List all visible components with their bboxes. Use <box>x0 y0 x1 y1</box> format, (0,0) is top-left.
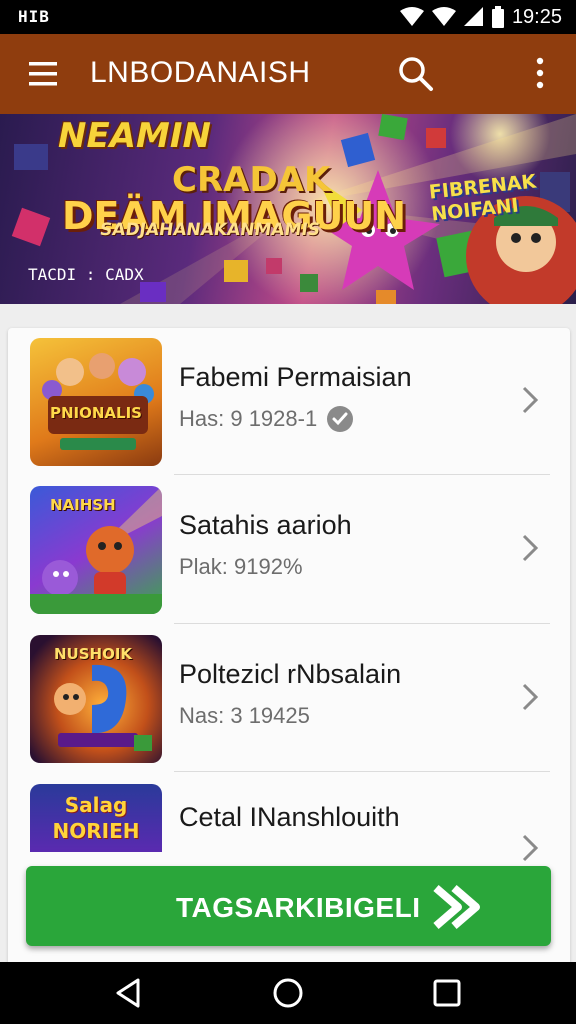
back-icon <box>116 978 140 1008</box>
back-button[interactable] <box>112 976 146 1010</box>
banner-headline: NEAMIN <box>58 116 211 156</box>
status-time: 19:25 <box>511 5 562 28</box>
app-bar: LNBODANAISH <box>0 34 576 114</box>
banner-tagline: SADJAHANAKANMAMIS <box>98 220 322 240</box>
chevron-right-icon <box>522 534 539 562</box>
home-icon <box>273 978 303 1008</box>
game-title: Poltezicl rNbsalain <box>179 659 402 689</box>
battery-icon <box>491 6 504 28</box>
recents-button[interactable] <box>430 976 464 1010</box>
game-thumbnail-label: NUSHOIK <box>54 645 133 663</box>
game-title: Cetal INanshlouith <box>179 802 400 832</box>
menu-button[interactable] <box>26 58 60 90</box>
game-thumbnail: NAIHSH <box>30 486 162 614</box>
list-item[interactable]: NAIHSH Satahis aarioh Plak: 9192% <box>8 476 570 624</box>
cta-label: TAGSARKIBIGELI <box>176 892 421 923</box>
game-thumbnail-art <box>42 353 154 450</box>
chevron-right-icon <box>522 683 539 711</box>
recents-icon <box>433 979 461 1007</box>
game-meta-text: Has: 9 1928-1 <box>179 406 318 431</box>
promo-banner[interactable]: NEAMIN CRADAK DEÄM IMAGUUN SADJAHANAKANM… <box>0 114 576 304</box>
verified-check-icon <box>327 406 354 432</box>
status-left-text: HIB <box>18 7 50 26</box>
list-divider <box>174 623 550 624</box>
chevron-right-icon <box>522 834 539 862</box>
status-icons: 19:25 <box>399 5 562 28</box>
game-meta-text: Plak: 9192% <box>179 554 303 579</box>
system-nav-bar <box>0 962 576 1024</box>
game-thumbnail-label: NAIHSH <box>50 496 116 514</box>
signal-icon <box>431 7 456 26</box>
game-thumbnail: Salag NORIEH <box>30 784 162 852</box>
status-bar: HIB 19:25 <box>0 0 576 34</box>
wifi-icon <box>399 7 424 26</box>
app-title: LNBODANAISH <box>90 56 311 89</box>
game-title: Fabemi Permaisian <box>179 362 412 392</box>
search-icon <box>399 57 433 91</box>
game-meta: Has: 9 1928-1 <box>179 406 354 432</box>
game-thumbnail-label: Salag NORIEH <box>52 793 140 843</box>
chevron-right-icon <box>522 386 539 414</box>
game-meta-text: Nas: 3 19425 <box>179 703 310 728</box>
game-thumbnail-label: PNIONALIS <box>50 404 142 422</box>
list-item[interactable]: NUSHOIK Poltezicl rNbsalain Nas: 3 19425 <box>8 625 570 773</box>
list-item[interactable]: PNIONALIS Fabemi Permaisian Has: 9 1928-… <box>8 328 570 476</box>
game-thumbnail: PNIONALIS <box>30 338 162 466</box>
more-vert-icon <box>536 57 544 89</box>
primary-cta-button[interactable]: TAGSARKIBIGELI <box>26 866 551 946</box>
menu-icon <box>29 62 57 86</box>
game-title: Satahis aarioh <box>179 510 352 540</box>
double-chevron-right-icon <box>433 884 480 930</box>
signal-icon <box>463 7 483 26</box>
game-meta: Nas: 3 19425 <box>179 703 310 729</box>
list-divider <box>174 474 550 475</box>
game-meta: Plak: 9192% <box>179 554 303 580</box>
banner-caption: TACDI : CADX <box>28 265 144 284</box>
game-thumbnail: NUSHOIK <box>30 635 162 763</box>
more-options-button[interactable] <box>524 54 556 94</box>
search-button[interactable] <box>396 54 436 94</box>
list-divider <box>174 771 550 772</box>
home-button[interactable] <box>271 976 305 1010</box>
